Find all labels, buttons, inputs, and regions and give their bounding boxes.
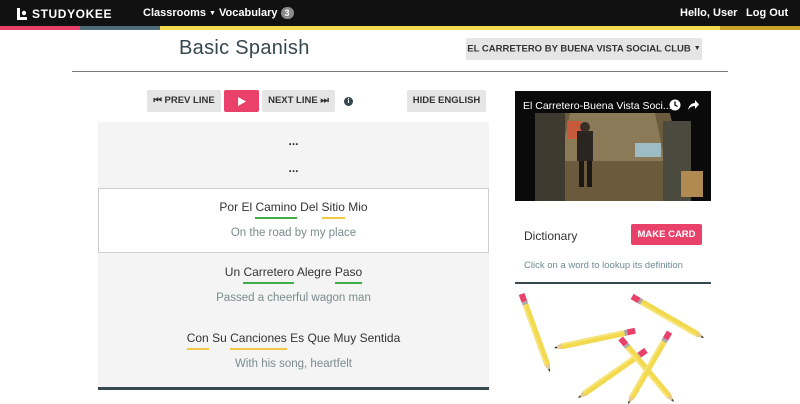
- lyric-word[interactable]: El: [241, 200, 252, 217]
- english-translation: With his song, heartfelt: [235, 358, 352, 370]
- brand-name: STUDYOKEE: [32, 7, 113, 21]
- lyric-word[interactable]: Del: [300, 200, 318, 217]
- lyric-word[interactable]: Mio: [348, 200, 367, 217]
- share-arrow-icon[interactable]: [687, 99, 699, 111]
- page-title: Basic Spanish: [179, 37, 310, 59]
- lyric-word[interactable]: Por: [219, 200, 238, 217]
- spanish-lyric: Por El Camino Del Sitio Mio: [99, 200, 488, 219]
- spanish-lyric: Un Carretero Alegre Paso: [98, 265, 489, 284]
- header-divider: [72, 71, 728, 72]
- logout-link[interactable]: Log Out: [746, 7, 788, 19]
- next-line-label: NEXT LINE: [268, 95, 318, 106]
- brand-logo[interactable]: STUDYOKEE: [16, 6, 112, 22]
- color-stripe: [0, 26, 800, 30]
- prev-line-label: PREV LINE: [164, 95, 215, 106]
- lyric-word[interactable]: Con: [186, 331, 209, 350]
- classrooms-menu[interactable]: Classrooms ▼: [143, 7, 216, 19]
- video-title: El Carretero-Buena Vista Soci...: [523, 100, 672, 112]
- lyric-word[interactable]: Carretero: [243, 265, 295, 284]
- lyric-word[interactable]: Que: [308, 331, 331, 348]
- play-button[interactable]: [224, 90, 259, 112]
- lyrics-panel: ... ... Por El Camino Del Sitio Mio On t…: [98, 122, 489, 388]
- spanish-lyric: Con Su Canciones Es Que Muy Sentida: [98, 331, 489, 350]
- vocabulary-link[interactable]: Vocabulary 3: [219, 7, 294, 19]
- english-translation: On the road by my place: [230, 227, 357, 239]
- dictionary-hint: Click on a word to lookup its definition: [524, 260, 683, 271]
- lyric-line[interactable]: Con Su Canciones Es Que Muy Sentida With…: [98, 321, 489, 384]
- vocabulary-count-badge: 3: [280, 7, 294, 19]
- youtube-video-player[interactable]: El Carretero-Buena Vista Soci...: [515, 91, 711, 201]
- lyric-word[interactable]: Su: [212, 331, 227, 348]
- top-navbar: STUDYOKEE Classrooms ▼ Vocabulary 3 Hello,…: [0, 0, 800, 26]
- song-select-dropdown[interactable]: EL CARRETERO BY BUENA VISTA SOCIAL CLUB ▼: [466, 38, 702, 60]
- skip-forward-icon: ⏭: [317, 95, 329, 106]
- studyokee-logo-icon: [17, 8, 27, 20]
- lyric-word[interactable]: Muy: [334, 331, 357, 348]
- lyric-word[interactable]: Un: [225, 265, 240, 282]
- lyric-word[interactable]: Paso: [334, 265, 363, 284]
- prev-line-button[interactable]: ⏮ PREV LINE: [147, 90, 221, 112]
- user-greeting[interactable]: Hello, User: [680, 7, 737, 19]
- info-icon[interactable]: i: [344, 97, 353, 106]
- lyric-word[interactable]: Sitio: [321, 200, 345, 219]
- lyrics-panel-bottom-border: [98, 387, 489, 390]
- play-icon: [237, 96, 246, 106]
- make-card-button[interactable]: MAKE CARD: [631, 224, 702, 245]
- english-translation: Passed a cheerful wagon man: [216, 292, 371, 304]
- dictionary-title: Dictionary: [524, 229, 578, 243]
- watch-later-clock-icon[interactable]: [669, 99, 681, 111]
- lyric-word[interactable]: Es: [290, 331, 304, 348]
- next-line-button[interactable]: NEXT LINE ⏭: [262, 90, 335, 112]
- song-select-label: EL CARRETERO BY BUENA VISTA SOCIAL CLUB: [467, 43, 691, 55]
- lyric-word[interactable]: Alegre: [297, 265, 332, 282]
- dictionary-divider: [515, 282, 711, 284]
- lyrics-ellipsis-previous: ...: [288, 134, 299, 148]
- lyric-line-active[interactable]: Por El Camino Del Sitio Mio On the road …: [98, 188, 489, 253]
- lyric-word[interactable]: Camino: [255, 200, 297, 219]
- lyrics-ellipsis-previous: ...: [288, 161, 299, 175]
- lyric-line[interactable]: Un Carretero Alegre Paso Passed a cheerf…: [98, 255, 489, 318]
- lyric-word[interactable]: Canciones: [230, 331, 287, 350]
- hide-english-button[interactable]: HIDE ENGLISH: [407, 90, 486, 112]
- lyric-word[interactable]: Sentida: [360, 331, 401, 348]
- skip-back-icon: ⏮: [153, 95, 165, 106]
- classrooms-label: Classrooms: [143, 7, 206, 19]
- caret-down-icon: ▼: [208, 9, 216, 17]
- caret-down-icon: ▼: [693, 45, 701, 52]
- pencils-illustration: [518, 292, 706, 404]
- vocabulary-label: Vocabulary: [219, 7, 278, 19]
